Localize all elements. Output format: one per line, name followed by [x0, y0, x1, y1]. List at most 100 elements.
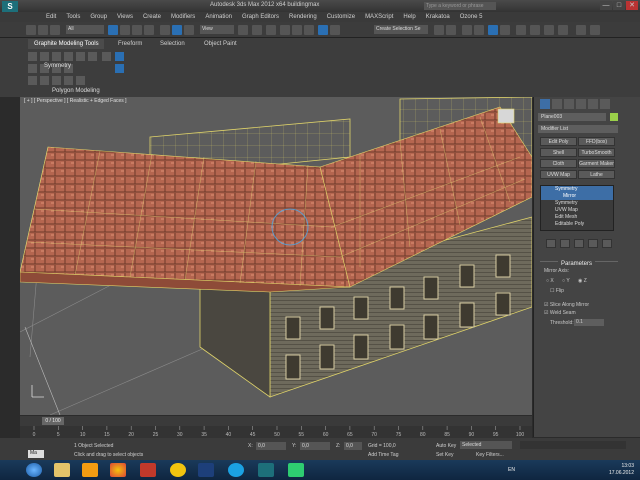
turbosmooth-button[interactable]: TurboSmooth — [578, 148, 615, 157]
display-tab-icon[interactable] — [588, 99, 598, 109]
weld-seam-checkbox[interactable]: ☑ Weld Seam — [544, 310, 576, 316]
menu-edit[interactable]: Edit — [46, 14, 56, 20]
menu-customize[interactable]: Customize — [327, 14, 355, 20]
swift-loop-icon[interactable] — [52, 76, 61, 85]
playback-controls[interactable] — [520, 441, 626, 449]
pivot-center-icon[interactable] — [238, 25, 248, 35]
menu-animation[interactable]: Animation — [205, 14, 232, 20]
pin-stack-icon[interactable] — [546, 239, 556, 248]
skype-icon[interactable] — [228, 463, 244, 477]
menu-help[interactable]: Help — [403, 14, 415, 20]
maximize-button[interactable]: □ — [613, 1, 625, 10]
lathe-button[interactable]: Lathe — [578, 170, 615, 179]
garment-maker-button[interactable]: Garment Maker — [578, 159, 615, 168]
threshold-spinner[interactable]: 0.1 — [574, 319, 604, 326]
polygon-mode-icon[interactable] — [28, 52, 37, 61]
track-bar[interactable]: 0 5 10 15 20 25 30 35 40 45 50 55 60 65 70 75 80 85 90 95 10… — [20, 426, 532, 438]
set-key-button[interactable]: Set Key — [436, 452, 454, 458]
vertex-mode-icon[interactable] — [40, 52, 49, 61]
window-crossing-icon[interactable] — [144, 25, 154, 35]
tab-graphite-modeling-tools[interactable]: Graphite Modeling Tools — [28, 39, 104, 49]
system-clock[interactable]: 13:03 17.06.2012 — [609, 463, 634, 477]
viewport-label[interactable]: [ + ] [ Perspective ] [ Realistic + Edge… — [24, 98, 127, 104]
configure-sets-icon[interactable] — [602, 239, 612, 248]
align-icon[interactable] — [446, 25, 456, 35]
utilities-tab-icon[interactable] — [600, 99, 610, 109]
x-coord-field[interactable]: 0,0 — [256, 442, 286, 450]
stack-item-edit-mesh[interactable]: Edit Mesh — [541, 214, 613, 221]
start-button-icon[interactable] — [26, 463, 42, 477]
render-setup-icon[interactable] — [530, 25, 540, 35]
y-coord-field[interactable]: 0,0 — [300, 442, 330, 450]
polygon-modeling-panel-label[interactable]: Polygon Modeling — [52, 88, 100, 94]
axis-z-radio[interactable]: ◉ Z — [578, 278, 587, 284]
menu-modifiers[interactable]: Modifiers — [171, 14, 195, 20]
graphite-toggle-icon[interactable] — [474, 25, 484, 35]
menu-maxscript[interactable]: MAXScript — [365, 14, 393, 20]
reference-coord-dropdown[interactable]: View — [200, 25, 234, 34]
menu-rendering[interactable]: Rendering — [289, 14, 317, 20]
select-by-name-icon[interactable] — [120, 25, 130, 35]
layer-manager-icon[interactable] — [462, 25, 472, 35]
smooth-icon[interactable] — [76, 76, 85, 85]
cloth-button[interactable]: Cloth — [540, 159, 577, 168]
game-icon[interactable] — [170, 463, 186, 477]
material-editor-icon[interactable] — [516, 25, 526, 35]
network-app-icon[interactable] — [288, 463, 304, 477]
rectangle-selection-icon[interactable] — [132, 25, 142, 35]
schematic-view-icon[interactable] — [500, 25, 510, 35]
help-search-input[interactable]: Type a keyword or phrase — [424, 2, 496, 10]
menu-graph-editors[interactable]: Graph Editors — [242, 14, 279, 20]
percent-snap-icon[interactable] — [304, 25, 314, 35]
photoshop-icon[interactable] — [198, 463, 214, 477]
menu-tools[interactable]: Tools — [66, 14, 80, 20]
app-logo-icon[interactable]: S — [2, 1, 18, 12]
close-button[interactable]: ✕ — [626, 1, 638, 10]
element-mode-icon[interactable] — [76, 52, 85, 61]
explorer-icon[interactable] — [54, 463, 70, 477]
angle-snap-icon[interactable] — [292, 25, 302, 35]
stack-item-symmetry[interactable]: Symmetry — [541, 186, 613, 193]
spinner-snap-icon[interactable] — [318, 25, 328, 35]
add-time-tag[interactable]: Add Time Tag — [368, 452, 398, 458]
object-color-swatch[interactable] — [610, 113, 618, 121]
menu-ozone[interactable]: Ozone 5 — [460, 14, 483, 20]
chrome-icon[interactable] — [110, 463, 126, 477]
edit-poly-button[interactable]: Edit Poly — [540, 137, 577, 146]
preserve-uvs-icon[interactable] — [88, 52, 97, 61]
move-icon[interactable] — [160, 25, 170, 35]
history-icon[interactable] — [28, 64, 37, 73]
app-icon[interactable] — [140, 463, 156, 477]
auto-key-button[interactable]: Auto Key — [436, 443, 456, 449]
scale-icon[interactable] — [184, 25, 194, 35]
slice-along-mirror-checkbox[interactable]: ☑ Slice Along Mirror — [544, 302, 589, 308]
link-icon[interactable] — [26, 25, 36, 35]
z-coord-field[interactable]: 0,0 — [344, 442, 362, 450]
perspective-viewport[interactable] — [20, 97, 532, 415]
show-end-result-stack-icon[interactable] — [560, 239, 570, 248]
ffd-box-button[interactable]: FFD(box) — [578, 137, 615, 146]
named-selection-dropdown[interactable]: Create Selection Se — [374, 25, 428, 34]
mirror-icon[interactable] — [434, 25, 444, 35]
remove-modifier-icon[interactable] — [588, 239, 598, 248]
object-name-field[interactable]: Plane003 — [538, 113, 606, 121]
rendered-frame-icon[interactable] — [544, 25, 554, 35]
rotate-icon[interactable] — [172, 25, 182, 35]
tab-object-paint[interactable]: Object Paint — [204, 41, 237, 47]
make-unique-stack-icon[interactable] — [574, 239, 584, 248]
shell-button[interactable]: Shell — [540, 148, 577, 157]
axis-x-radio[interactable]: ○ X — [546, 278, 554, 284]
create-tab-icon[interactable] — [540, 99, 550, 109]
stack-item-uvw-map[interactable]: UVW Map — [541, 207, 613, 214]
key-filters-button[interactable]: Key Filters... — [476, 452, 504, 458]
select-manipulate-icon[interactable] — [252, 25, 262, 35]
language-indicator[interactable]: EN — [508, 467, 515, 473]
menu-create[interactable]: Create — [143, 14, 161, 20]
stack-item-editable-poly[interactable]: Editable Poly — [541, 221, 613, 228]
stack-item-symmetry-2[interactable]: Symmetry — [541, 200, 613, 207]
key-selection-dropdown[interactable]: Selected — [460, 441, 512, 449]
tab-freeform[interactable]: Freeform — [118, 41, 142, 47]
quadify-icon[interactable] — [28, 76, 37, 85]
edge-mode-icon[interactable] — [52, 52, 61, 61]
scene-explorer-icon[interactable] — [590, 25, 600, 35]
